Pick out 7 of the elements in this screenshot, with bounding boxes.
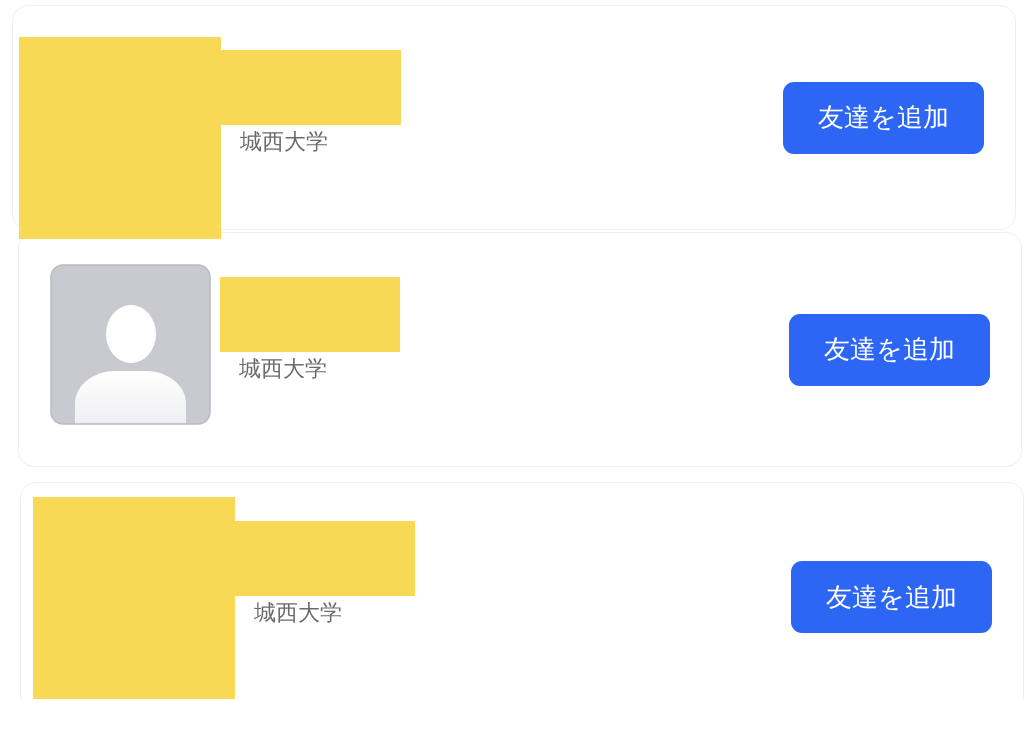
add-friend-button[interactable]: 友達を追加 (789, 313, 990, 386)
person-silhouette-icon (50, 264, 211, 425)
university-label: 城西大学 (254, 599, 342, 627)
add-friend-button[interactable]: 友達を追加 (783, 81, 984, 154)
university-label: 城西大学 (240, 128, 328, 156)
add-friend-button[interactable]: 友達を追加 (791, 561, 992, 633)
university-label: 城西大学 (239, 355, 327, 383)
